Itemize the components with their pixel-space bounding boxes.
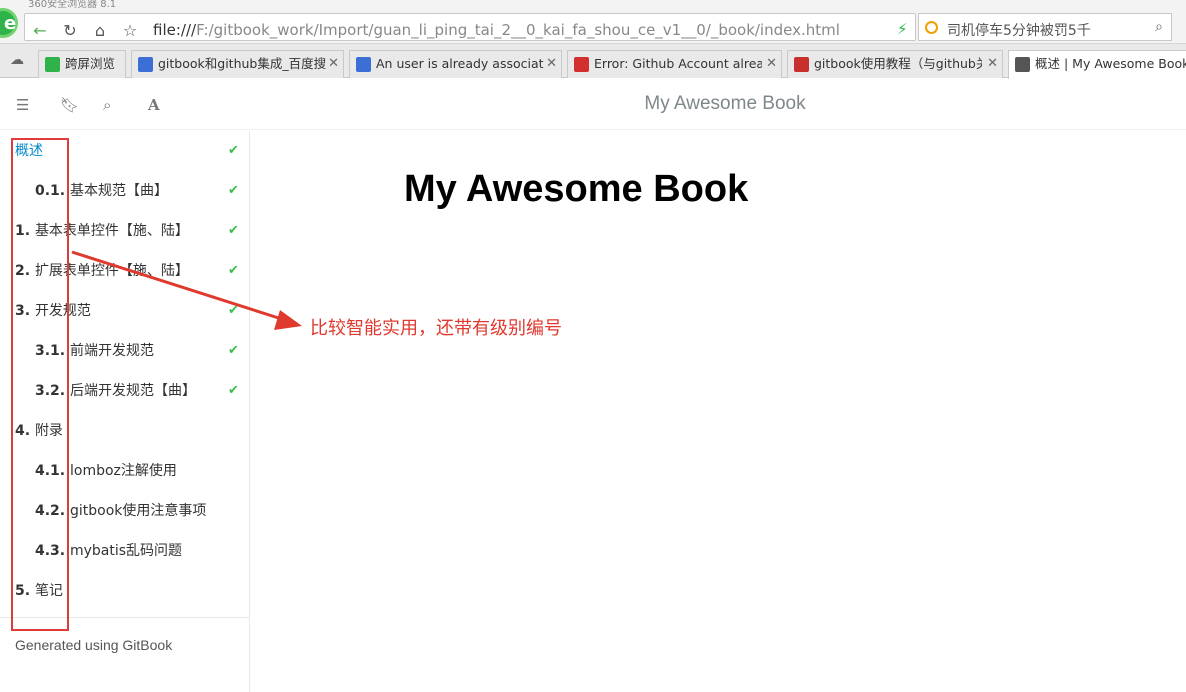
checkmark-icon: ✔ xyxy=(228,343,239,358)
book-header-title: My Awesome Book xyxy=(644,93,806,114)
tab-label: An user is already associated xyxy=(376,56,544,71)
tab-close-icon[interactable]: ✕ xyxy=(328,51,339,77)
tab-favicon-icon xyxy=(574,57,589,72)
search-box[interactable]: 司机停车5分钟被罚5千 ⌕ xyxy=(918,13,1172,41)
tab-close-icon[interactable]: ✕ xyxy=(766,51,777,77)
tab-favicon-icon xyxy=(1015,57,1030,72)
tab-bar: ☁ 跨屏浏览 gitbook和github集成_百度搜索 ✕ An user is a… xyxy=(0,44,1186,79)
url-box[interactable]: ← ↻ ⌂ ☆ file:///F:/gitbook_work/Import/g… xyxy=(24,13,933,42)
address-bar: e ← ↻ ⌂ ☆ file:///F:/gitbook_work/Import… xyxy=(0,8,1186,44)
reload-icon[interactable]: ↻ xyxy=(59,20,81,42)
browser-tab[interactable]: Error: Github Account already ✕ xyxy=(567,50,782,78)
tab-label: gitbook和github集成_百度搜索 xyxy=(158,56,326,71)
browser-tab[interactable]: 概述 | My Awesome Book xyxy=(1008,50,1186,79)
checkmark-icon: ✔ xyxy=(228,223,239,238)
checkmark-icon: ✔ xyxy=(228,143,239,158)
tab-favicon-icon xyxy=(794,57,809,72)
checkmark-icon: ✔ xyxy=(228,263,239,278)
annotation-text: 比较智能实用，还带有级别编号 xyxy=(310,318,562,339)
tab-favicon-icon xyxy=(356,57,371,72)
annotation-arrow-head xyxy=(274,310,302,330)
tab-favicon-icon xyxy=(45,57,60,72)
search-engine-icon[interactable] xyxy=(925,21,938,34)
summary-item-label: lomboz注解使用 xyxy=(70,463,177,479)
search-icon[interactable]: ⌕ xyxy=(1155,19,1163,35)
summary-item-label: 前端开发规范 xyxy=(70,343,154,359)
favorite-star-icon[interactable]: ☆ xyxy=(119,20,141,42)
checkmark-icon: ✔ xyxy=(228,303,239,318)
tab-label: gitbook使用教程（与github关 xyxy=(814,56,982,71)
window-title-bar: 360安全浏览器 8.1 xyxy=(0,0,1186,10)
browser-tab[interactable]: gitbook和github集成_百度搜索 ✕ xyxy=(131,50,344,78)
back-arrow-icon[interactable]: ← xyxy=(29,20,51,42)
browser-logo-icon: e xyxy=(0,8,18,38)
url-scheme: file:/// xyxy=(153,21,197,39)
tab-close-icon[interactable]: ✕ xyxy=(987,51,998,77)
tab-label: Error: Github Account already xyxy=(594,56,762,71)
browser-tab[interactable]: An user is already associated ✕ xyxy=(349,50,562,78)
tab-favicon-icon xyxy=(138,57,153,72)
window-title: 360安全浏览器 8.1 xyxy=(28,0,117,10)
home-icon[interactable]: ⌂ xyxy=(89,20,111,42)
gitbook-footer-link[interactable]: Generated using GitBook xyxy=(15,637,172,653)
checkmark-icon: ✔ xyxy=(228,183,239,198)
summary-item-label: 基本规范【曲】 xyxy=(70,183,168,199)
summary-item-label: 后端开发规范【曲】 xyxy=(70,383,196,399)
summary-item-label: gitbook使用注意事项 xyxy=(70,503,207,519)
summary-item-label: mybatis乱码问题 xyxy=(70,543,183,559)
url-text[interactable]: file:///F:/gitbook_work/Import/guan_li_p… xyxy=(153,21,840,39)
lightning-icon[interactable]: ⚡ xyxy=(897,20,908,38)
tab-label: 跨屏浏览 xyxy=(65,56,116,71)
url-path: F:/gitbook_work/Import/guan_li_ping_tai_… xyxy=(196,21,840,39)
tab-label: 概述 | My Awesome Book xyxy=(1035,56,1186,71)
cloud-icon[interactable]: ☁ xyxy=(10,52,24,68)
checkmark-icon: ✔ xyxy=(228,383,239,398)
browser-tab[interactable]: 跨屏浏览 xyxy=(38,50,126,78)
tab-close-icon[interactable]: ✕ xyxy=(546,51,557,77)
annotation-red-box xyxy=(11,138,69,631)
browser-tab[interactable]: gitbook使用教程（与github关 ✕ xyxy=(787,50,1003,78)
book-header: ☰ 🔖︎ ⌕ A My Awesome Book xyxy=(0,78,1186,130)
page-title: My Awesome Book xyxy=(404,168,749,210)
search-text[interactable]: 司机停车5分钟被罚5千 xyxy=(947,20,1091,40)
